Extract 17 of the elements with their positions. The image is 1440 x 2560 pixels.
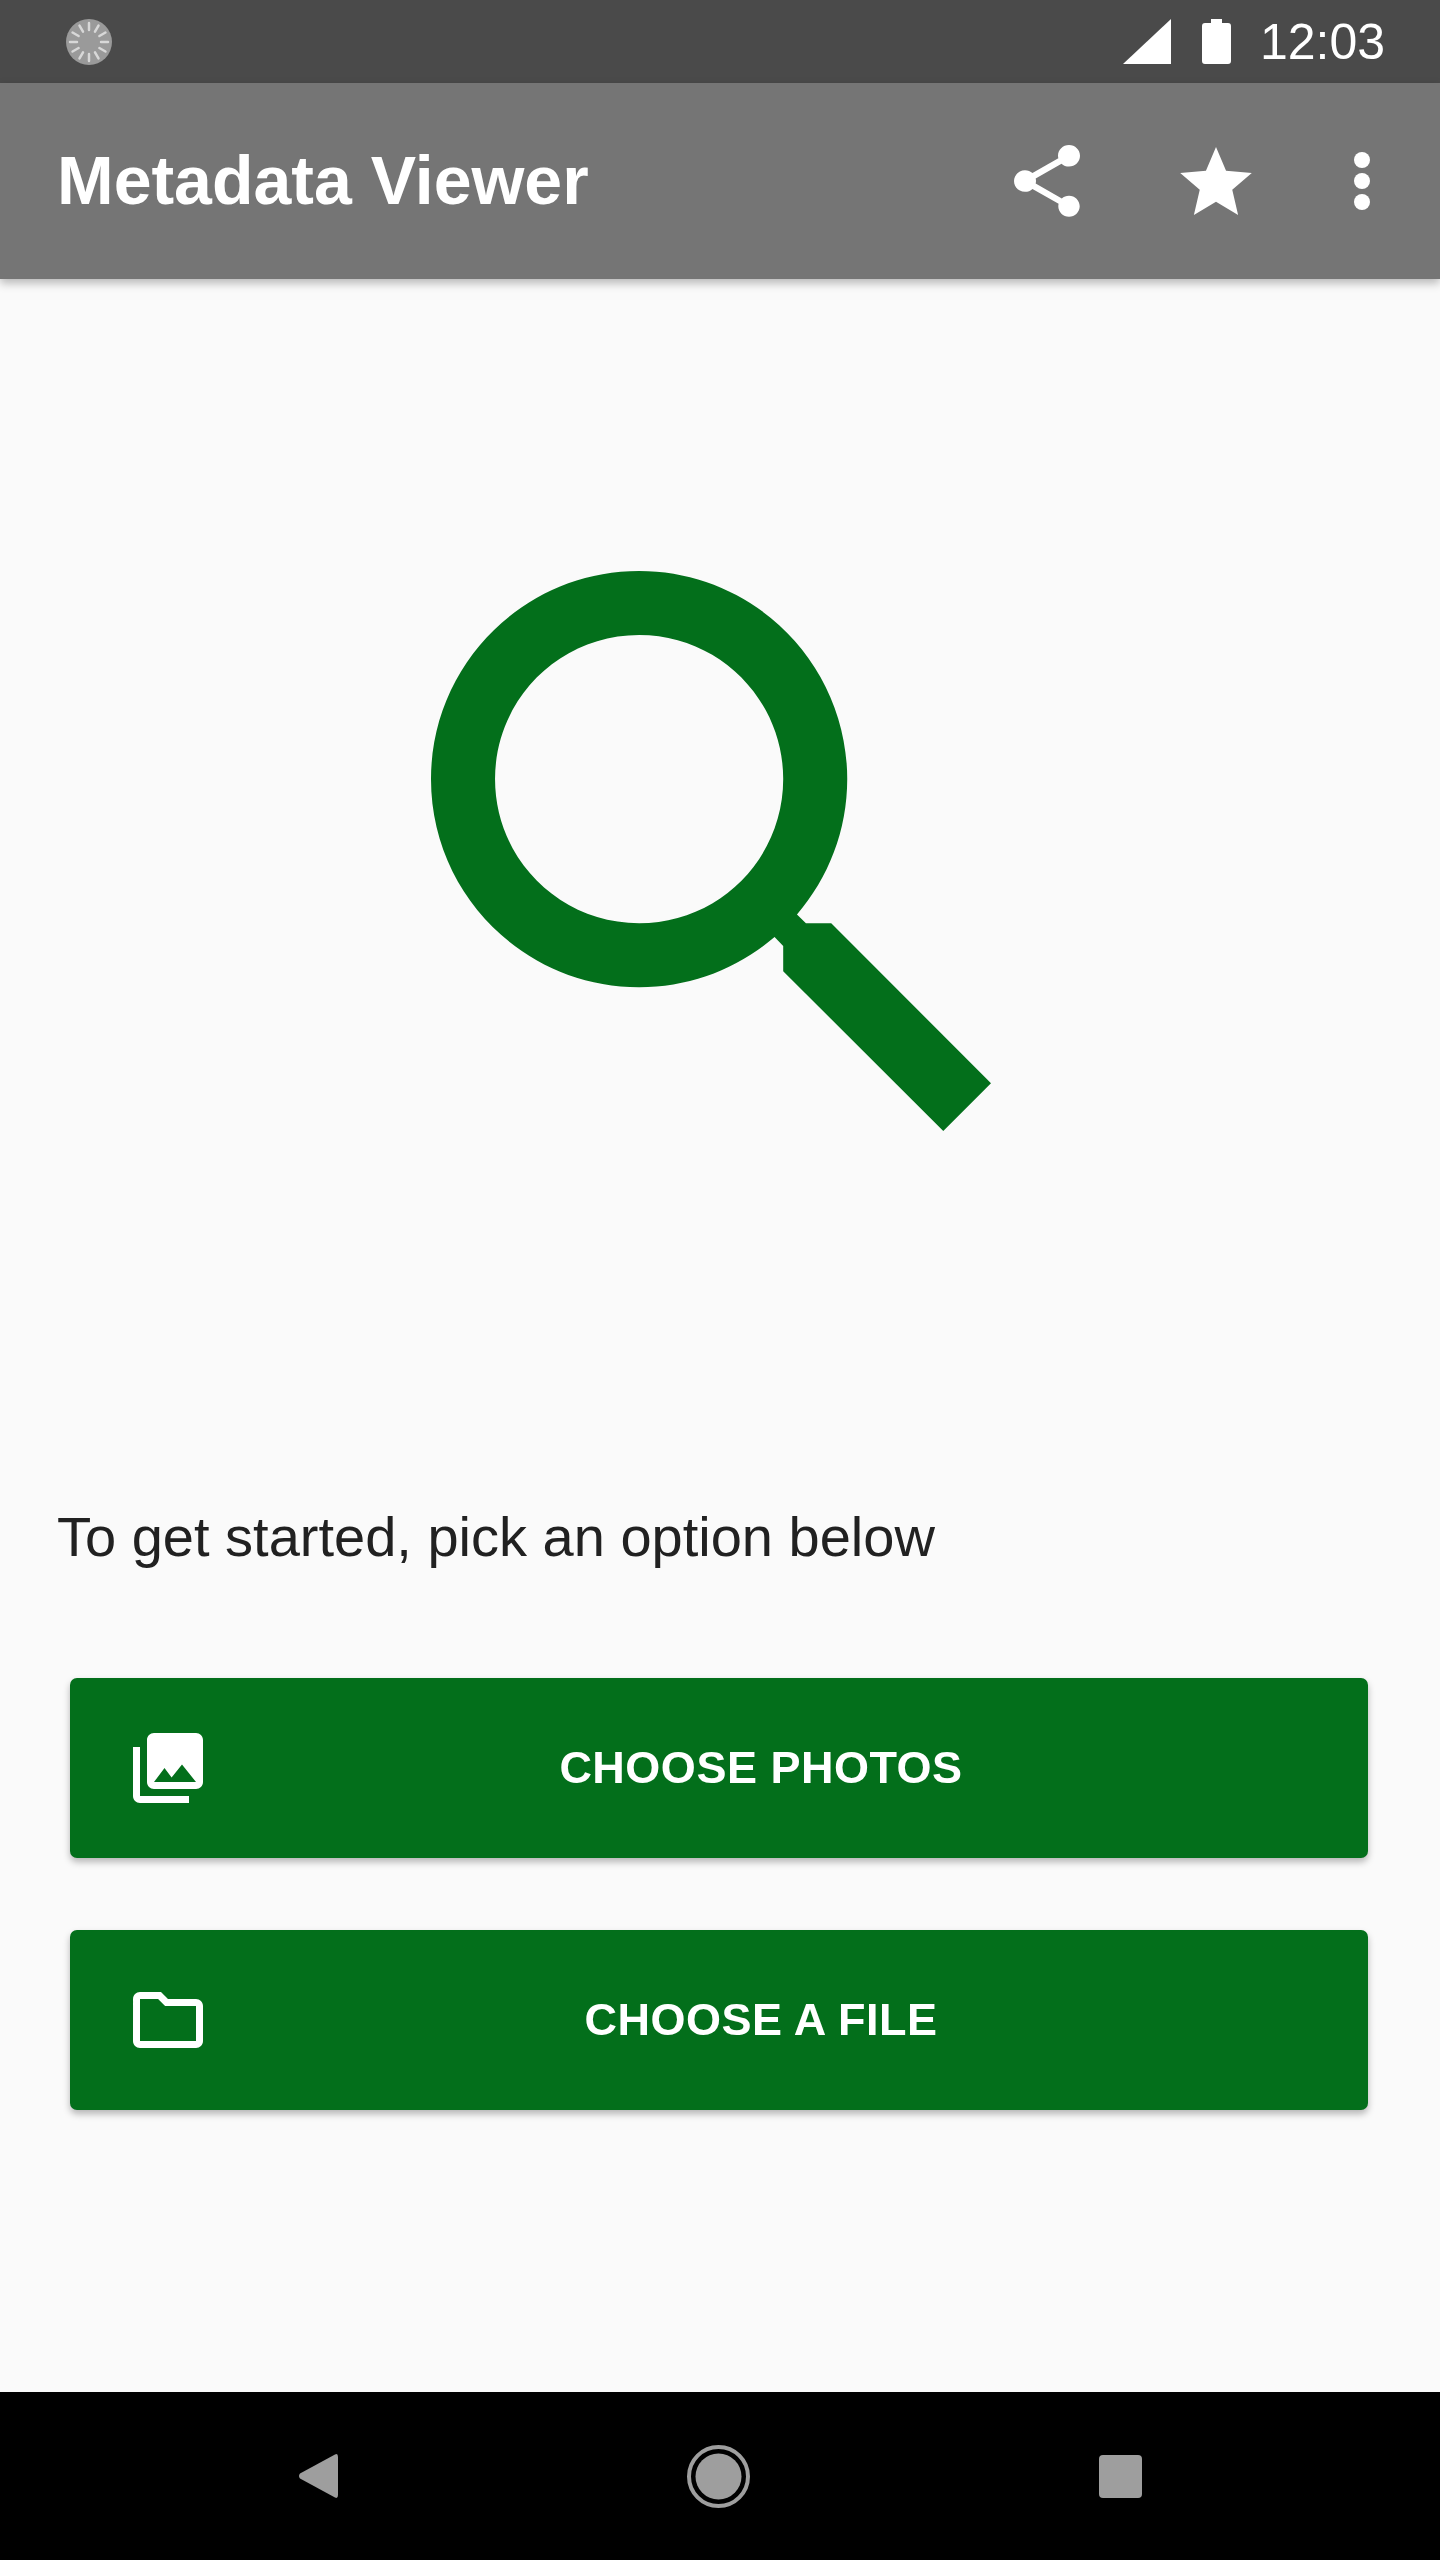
recents-icon[interactable] xyxy=(1099,2454,1142,2498)
more-options-icon[interactable] xyxy=(1352,152,1372,210)
choose-photos-button[interactable]: CHOOSE PHOTOS xyxy=(70,1678,1368,1858)
magnifier-icon xyxy=(431,571,991,1131)
choose-file-button[interactable]: CHOOSE A FILE xyxy=(70,1930,1368,2110)
star-icon[interactable] xyxy=(1180,147,1252,215)
spinner-icon xyxy=(65,17,113,66)
status-time: 12:03 xyxy=(1259,16,1385,67)
signal-icon xyxy=(1122,19,1171,64)
battery-icon xyxy=(1201,19,1231,64)
share-icon[interactable] xyxy=(1014,145,1080,217)
back-icon[interactable] xyxy=(298,2453,338,2499)
folder-icon xyxy=(133,1992,203,2048)
instruction-text: To get started, pick an option below xyxy=(57,1504,936,1570)
app-title: Metadata Viewer xyxy=(57,141,589,221)
home-icon[interactable] xyxy=(687,2444,750,2508)
photos-icon xyxy=(133,1733,203,1803)
